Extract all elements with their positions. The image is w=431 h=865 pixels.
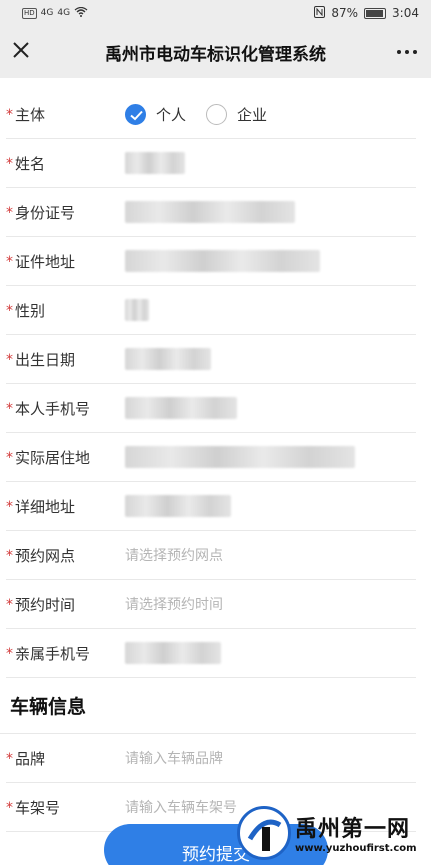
more-dots-icon[interactable] xyxy=(397,50,417,54)
battery-percent: 87% xyxy=(331,6,359,20)
required-mark: * xyxy=(6,303,13,319)
network-4g: 4G xyxy=(40,8,54,18)
appointment-time-label: 预约时间 xyxy=(15,595,76,614)
clock: 3:04 xyxy=(392,6,419,20)
vehicle-section-title: 车辆信息 xyxy=(0,678,416,734)
title-bar: 禹州市电动车标识化管理系统 xyxy=(0,26,431,78)
required-mark: * xyxy=(6,107,13,123)
relative-phone-label: 亲属手机号 xyxy=(15,644,91,663)
frame-input[interactable]: 请输入车辆车架号 xyxy=(125,797,237,817)
subject-radio-group: 个人 企业 xyxy=(125,103,279,125)
birth-date-value-redacted[interactable] xyxy=(125,348,211,370)
wifi-icon xyxy=(74,6,88,20)
required-mark: * xyxy=(6,751,13,767)
required-mark: * xyxy=(6,254,13,270)
relative-phone-value-redacted[interactable] xyxy=(125,642,221,664)
required-mark: * xyxy=(6,450,13,466)
required-mark: * xyxy=(6,597,13,613)
subject-row: * 主体 个人 企业 xyxy=(6,90,416,139)
id-address-row[interactable]: * 证件地址 xyxy=(6,237,416,286)
required-mark: * xyxy=(6,646,13,662)
registration-form: * 主体 个人 企业 * 姓名 * 身份证号 * 证件地址 * 性别 * 出生日… xyxy=(0,90,431,832)
page-title: 禹州市电动车标识化管理系统 xyxy=(105,44,326,65)
detail-address-value-redacted[interactable] xyxy=(125,495,231,517)
battery-icon xyxy=(364,7,387,19)
appointment-time-row[interactable]: * 预约时间 请选择预约时间 xyxy=(6,580,416,629)
required-mark: * xyxy=(6,205,13,221)
status-right: 87% 3:04 xyxy=(314,5,419,21)
subject-label: 主体 xyxy=(15,105,46,124)
phone-row[interactable]: * 本人手机号 xyxy=(6,384,416,433)
birth-date-row[interactable]: * 出生日期 xyxy=(6,335,416,384)
radio-enterprise[interactable]: 企业 xyxy=(206,103,268,125)
detail-address-row[interactable]: * 详细地址 xyxy=(6,482,416,531)
name-row[interactable]: * 姓名 xyxy=(6,139,416,188)
name-label: 姓名 xyxy=(15,154,46,173)
detail-address-label: 详细地址 xyxy=(15,497,76,516)
residence-label: 实际居住地 xyxy=(15,448,91,467)
required-mark: * xyxy=(6,548,13,564)
id-number-label: 身份证号 xyxy=(15,203,76,222)
gender-label: 性别 xyxy=(15,301,46,320)
brand-input[interactable]: 请输入车辆品牌 xyxy=(125,748,223,768)
relative-phone-row[interactable]: * 亲属手机号 xyxy=(6,629,416,678)
appointment-time-select[interactable]: 请选择预约时间 xyxy=(125,594,223,614)
required-mark: * xyxy=(6,499,13,515)
phone-label: 本人手机号 xyxy=(15,399,91,418)
appointment-site-label: 预约网点 xyxy=(15,546,76,565)
required-mark: * xyxy=(6,401,13,417)
radio-personal-label: 个人 xyxy=(156,105,187,124)
residence-row[interactable]: * 实际居住地 xyxy=(6,433,416,482)
id-address-label: 证件地址 xyxy=(15,252,76,271)
birth-date-label: 出生日期 xyxy=(15,350,76,369)
nfc-icon xyxy=(314,5,326,21)
watermark-text: 禹州第一网 www.yuzhoufirst.com xyxy=(295,811,417,854)
id-number-value-redacted[interactable] xyxy=(125,201,295,223)
watermark-logo-icon xyxy=(237,805,291,860)
close-icon[interactable] xyxy=(10,39,32,61)
phone-value-redacted[interactable] xyxy=(125,397,237,419)
name-value-redacted[interactable] xyxy=(125,152,185,174)
appointment-site-row[interactable]: * 预约网点 请选择预约网点 xyxy=(6,531,416,580)
radio-circle-icon[interactable] xyxy=(206,103,228,125)
required-mark: * xyxy=(6,156,13,172)
id-number-row[interactable]: * 身份证号 xyxy=(6,188,416,237)
watermark: 禹州第一网 www.yuzhoufirst.com xyxy=(237,800,431,865)
network-4g-2: 4G xyxy=(57,8,71,18)
required-mark: * xyxy=(6,352,13,368)
required-mark: * xyxy=(6,800,13,816)
gender-row[interactable]: * 性别 xyxy=(6,286,416,335)
frame-label: 车架号 xyxy=(15,798,61,817)
hd-badge: HD xyxy=(22,7,37,19)
gender-value-redacted[interactable] xyxy=(125,299,149,321)
check-icon[interactable] xyxy=(125,103,146,125)
status-bar: HD 4G 4G 87% 3:04 xyxy=(0,0,431,26)
watermark-name: 禹州第一网 xyxy=(295,817,411,842)
brand-label: 品牌 xyxy=(15,749,46,768)
appointment-site-select[interactable]: 请选择预约网点 xyxy=(125,545,223,565)
brand-row[interactable]: * 品牌 请输入车辆品牌 xyxy=(6,734,416,783)
residence-value-redacted[interactable] xyxy=(125,446,355,468)
status-left: HD 4G 4G xyxy=(22,6,88,20)
watermark-url: www.yuzhoufirst.com xyxy=(295,843,417,854)
id-address-value-redacted[interactable] xyxy=(125,250,320,272)
radio-personal[interactable]: 个人 xyxy=(125,103,187,125)
radio-enterprise-label: 企业 xyxy=(237,105,268,124)
